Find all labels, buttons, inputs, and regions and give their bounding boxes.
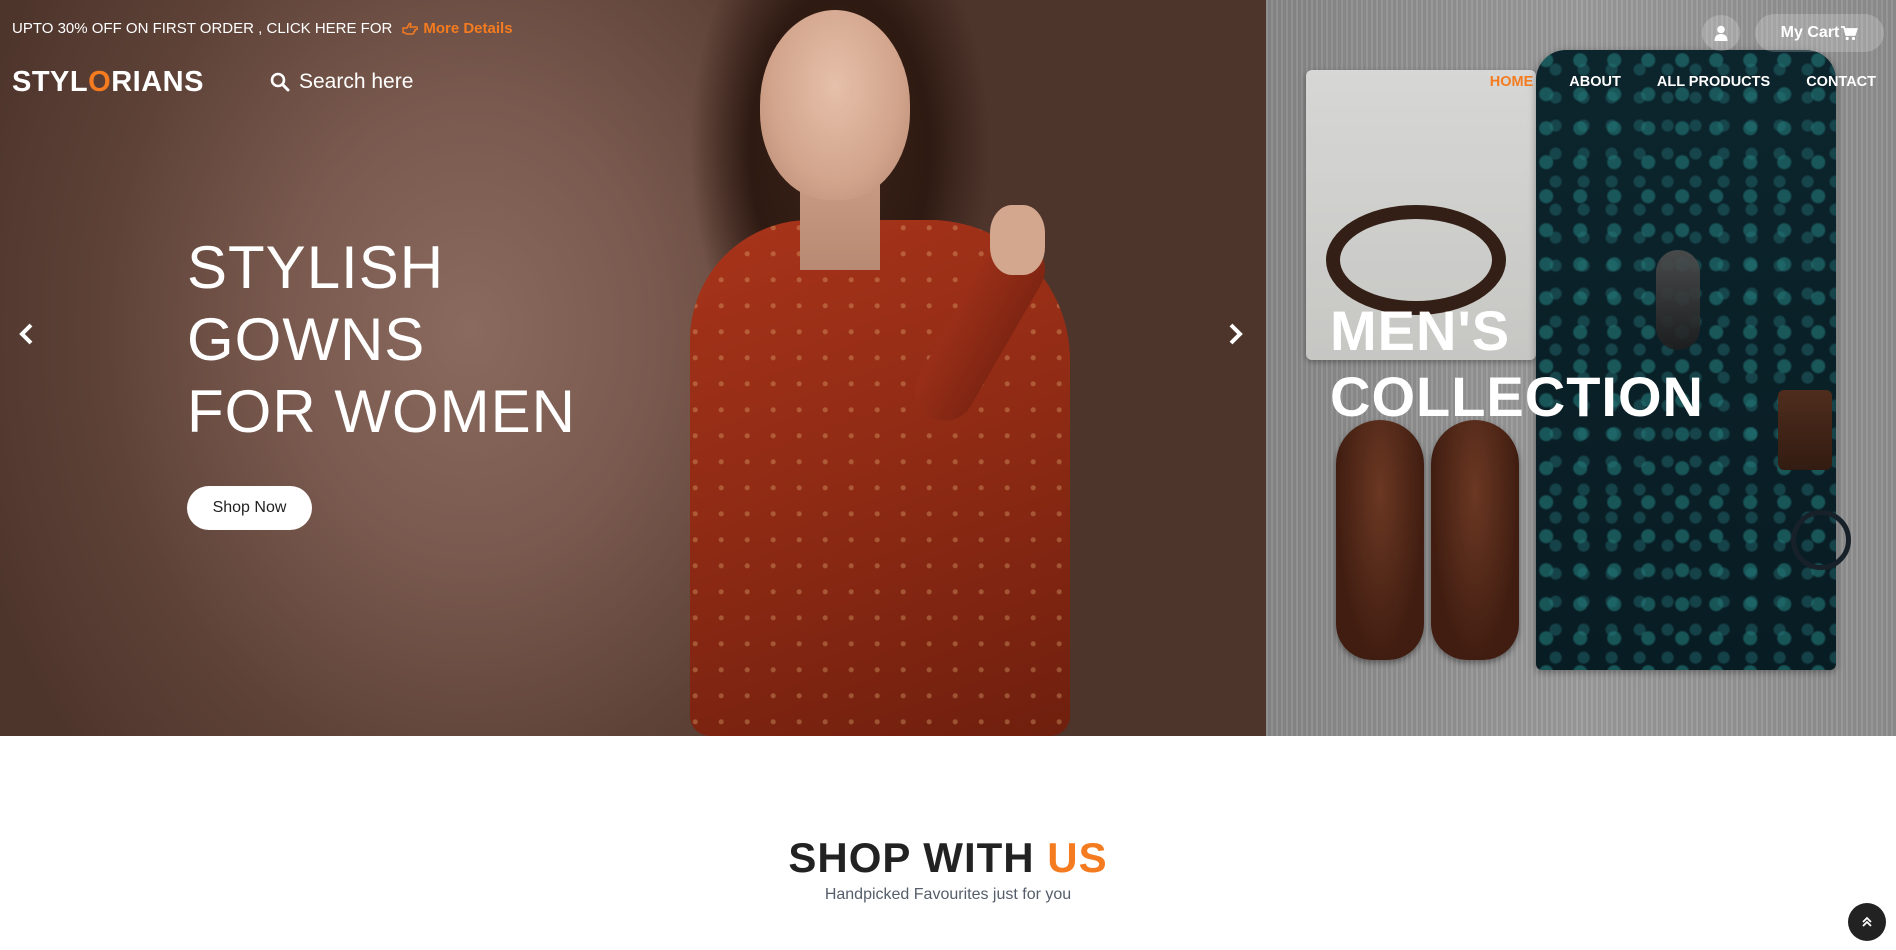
shopping-cart-icon: [1841, 25, 1859, 40]
search-icon: [270, 72, 290, 92]
nav-all-products[interactable]: ALL PRODUCTS: [1657, 74, 1770, 90]
more-details-label: More Details: [423, 20, 513, 37]
site-logo[interactable]: STYLORIANS: [12, 66, 204, 99]
model-face: [760, 10, 910, 200]
main-nav: HOME ABOUT ALL PRODUCTS CONTACT: [1490, 74, 1876, 90]
section-title: SHOP WITH US: [788, 834, 1108, 881]
model-hand: [990, 205, 1045, 275]
mens-collection-title: MEN'S COLLECTION: [1330, 299, 1704, 428]
search-box[interactable]: Search here: [270, 70, 413, 94]
hand-point-right-icon: [402, 22, 419, 35]
hero-title: STYLISH GOWNS FOR WOMEN: [187, 234, 576, 445]
user-account-button[interactable]: [1702, 15, 1740, 51]
nav-about[interactable]: ABOUT: [1569, 74, 1621, 90]
nav-home[interactable]: HOME: [1490, 74, 1534, 90]
search-placeholder: Search here: [299, 70, 414, 93]
more-details-link[interactable]: More Details: [402, 20, 513, 37]
double-chevron-up-icon: [1862, 916, 1872, 927]
scroll-to-top-button[interactable]: [1848, 903, 1886, 941]
cart-label: My Cart: [1780, 24, 1840, 41]
my-cart-button[interactable]: My Cart: [1755, 14, 1884, 52]
section-subtitle: Handpicked Favourites just for you: [824, 886, 1072, 903]
nav-contact[interactable]: CONTACT: [1806, 74, 1876, 90]
promo-text: UPTO 30% OFF ON FIRST ORDER , CLICK HERE…: [12, 20, 393, 37]
chevron-left-icon[interactable]: [16, 322, 38, 346]
promo-bar: UPTO 30% OFF ON FIRST ORDER , CLICK HERE…: [12, 20, 513, 37]
user-icon: [1714, 25, 1728, 41]
shop-now-button[interactable]: Shop Now: [187, 486, 312, 530]
chevron-right-icon[interactable]: [1224, 322, 1246, 346]
